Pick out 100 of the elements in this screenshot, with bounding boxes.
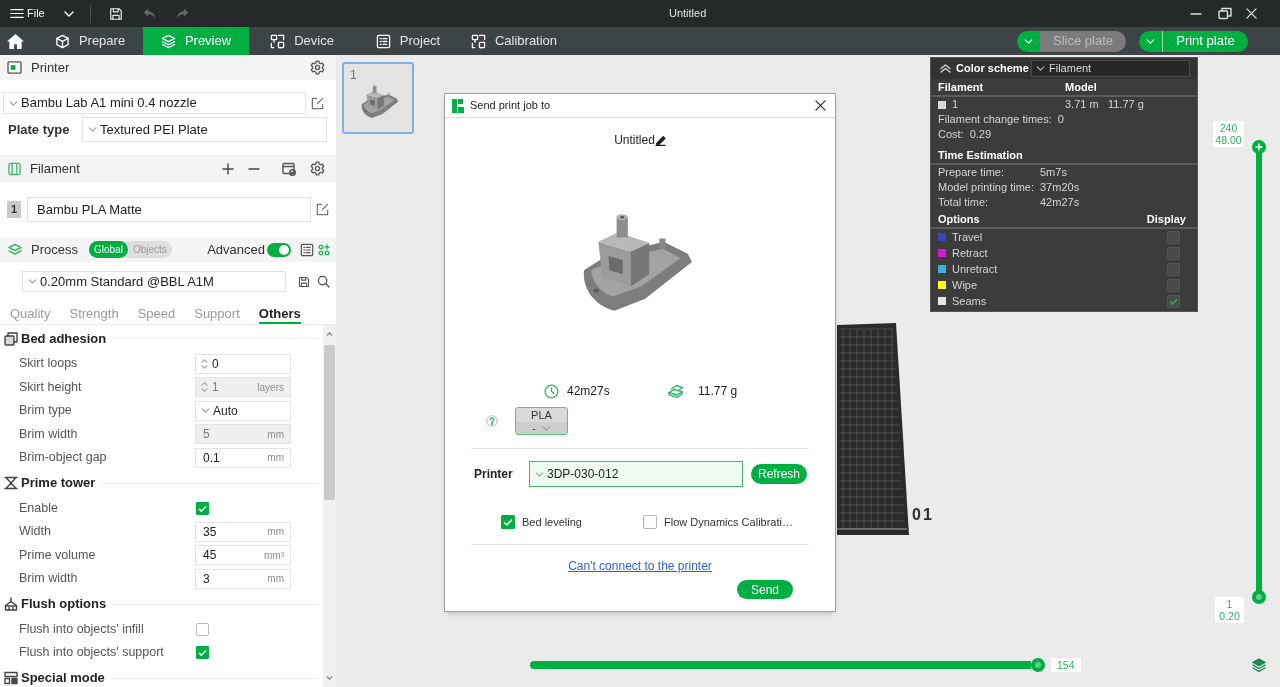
setting-label: Flush into objects' infill (19, 620, 145, 638)
plate-number: 1 (350, 67, 357, 84)
move-reading: 154 (1051, 658, 1081, 672)
settings-icon[interactable] (310, 161, 325, 176)
window-title: Untitled (669, 6, 707, 22)
time-value: 42m27s (1040, 195, 1080, 210)
section-title: Printer (31, 58, 70, 77)
column-header: Display (1146, 211, 1186, 227)
option-label: Wipe (952, 277, 978, 293)
card-icon[interactable] (282, 161, 296, 176)
time-label: Model printing time: (938, 180, 1034, 195)
spool-icon (8, 161, 21, 176)
mode-tab[interactable]: Project (355, 27, 461, 55)
setting-label: Brim type (19, 402, 73, 420)
settings-icon[interactable] (310, 60, 325, 75)
printer-select[interactable]: 3DP-030-012 (529, 461, 743, 487)
setting-label: Enable (19, 499, 59, 517)
number-field[interactable]: 45 mm³ (195, 545, 291, 566)
list-icon (375, 33, 391, 49)
plus-icon[interactable] (222, 162, 234, 175)
checkbox[interactable] (643, 515, 657, 529)
mode-tab[interactable]: Calibration (461, 27, 567, 55)
printer-select[interactable]: Bambu Lab A1 mini 0.4 nozzle (3, 92, 306, 114)
number-field[interactable]: 0.1 mm (195, 447, 291, 468)
restore-icon[interactable] (1218, 7, 1232, 20)
edit-icon[interactable] (316, 203, 329, 216)
checkbox[interactable] (1167, 230, 1180, 244)
checkbox[interactable] (1167, 294, 1180, 308)
slot-value: - (532, 422, 536, 434)
plate-thumbnail[interactable]: 1 (342, 62, 414, 134)
material-slot-button[interactable]: PLA - (515, 407, 568, 435)
printer-icon (7, 61, 22, 74)
plate-type-select[interactable]: Textured PEI Plate (82, 117, 327, 142)
group-title: Prime tower (21, 474, 96, 493)
caret-icon (1024, 38, 1033, 44)
slider-handle[interactable] (1252, 590, 1266, 604)
material-preset-select[interactable]: Bambu PLA Matte (27, 197, 311, 222)
file-menu-button[interactable]: File (10, 5, 45, 22)
time-label: Prepare time: (938, 165, 1006, 180)
filament-icon (668, 384, 684, 398)
setting-label: Brim width (19, 570, 79, 588)
filament-number: 1 (952, 97, 960, 113)
field-label: Plate type (8, 120, 71, 139)
dropdown-button[interactable] (1017, 30, 1040, 52)
chevron-up-icon[interactable] (326, 332, 333, 336)
setting-label: Brim width (19, 425, 79, 443)
setting-label: Flush into objects' support (19, 644, 165, 662)
checkbox[interactable] (501, 515, 515, 529)
mode-tab[interactable]: Device (249, 27, 355, 55)
section-title: Process (31, 240, 78, 259)
layers-icon[interactable] (1252, 658, 1266, 672)
print-time: 42m27s (567, 383, 610, 400)
stat-label: Cost: (938, 127, 964, 143)
spin-field[interactable]: 0 (195, 353, 291, 374)
pencil-icon[interactable] (654, 134, 666, 146)
checkbox[interactable] (1167, 262, 1180, 276)
move-slider-track[interactable] (530, 661, 1031, 669)
column-header: Options (938, 211, 980, 227)
dots-icon[interactable] (318, 243, 330, 256)
job-name: Untitled (614, 132, 655, 149)
select-field[interactable]: Auto (195, 400, 291, 421)
home-icon[interactable] (6, 32, 25, 50)
chevron-down-icon[interactable] (326, 676, 333, 680)
scrollbar-thumb[interactable] (324, 345, 335, 500)
checkbox[interactable] (196, 501, 209, 515)
slider-handle[interactable] (1252, 140, 1266, 154)
checkbox[interactable] (196, 646, 209, 660)
close-icon[interactable] (815, 100, 826, 111)
layer-tooltip: 1 0.20 (1215, 597, 1244, 623)
collapse-icon[interactable] (940, 64, 951, 73)
process-preset-select[interactable]: 0.20mm Standard @BBL A1M (22, 271, 286, 292)
connection-help-link[interactable]: Can't connect to the printer (568, 559, 712, 573)
caret-icon[interactable] (63, 10, 74, 17)
setting-label: Brim-object gap (19, 449, 108, 467)
number-field[interactable]: 3 mm (195, 568, 291, 589)
checkbox[interactable] (1167, 278, 1180, 292)
dropdown-button[interactable] (1139, 30, 1162, 52)
column-header: Model (1065, 80, 1097, 96)
mode-tab[interactable]: Prepare (37, 27, 143, 55)
checkbox[interactable] (1167, 246, 1180, 260)
save-icon[interactable] (298, 275, 310, 288)
caret-icon (201, 408, 210, 414)
search-icon[interactable] (317, 275, 330, 288)
spinner-icon[interactable] (201, 357, 208, 370)
column-header: Filament (938, 80, 985, 96)
slider-handle[interactable] (1031, 658, 1045, 672)
checkbox[interactable] (196, 622, 209, 636)
layers-icon (160, 33, 176, 49)
section-title: Time Estimation (938, 148, 1023, 164)
scrollbar[interactable] (323, 325, 336, 687)
number-field[interactable]: 35 mm (195, 521, 291, 542)
toggle-switch[interactable] (267, 242, 291, 257)
device-icon (270, 33, 286, 49)
color-scheme-select[interactable]: Filament (1031, 60, 1190, 77)
help-icon[interactable] (486, 415, 498, 427)
edit-icon[interactable] (311, 96, 324, 110)
toggle-label: Advanced (207, 240, 265, 259)
time-label: Total time: (938, 195, 990, 210)
list-icon[interactable] (300, 242, 314, 257)
settings-tab[interactable]: Others (258, 304, 301, 324)
